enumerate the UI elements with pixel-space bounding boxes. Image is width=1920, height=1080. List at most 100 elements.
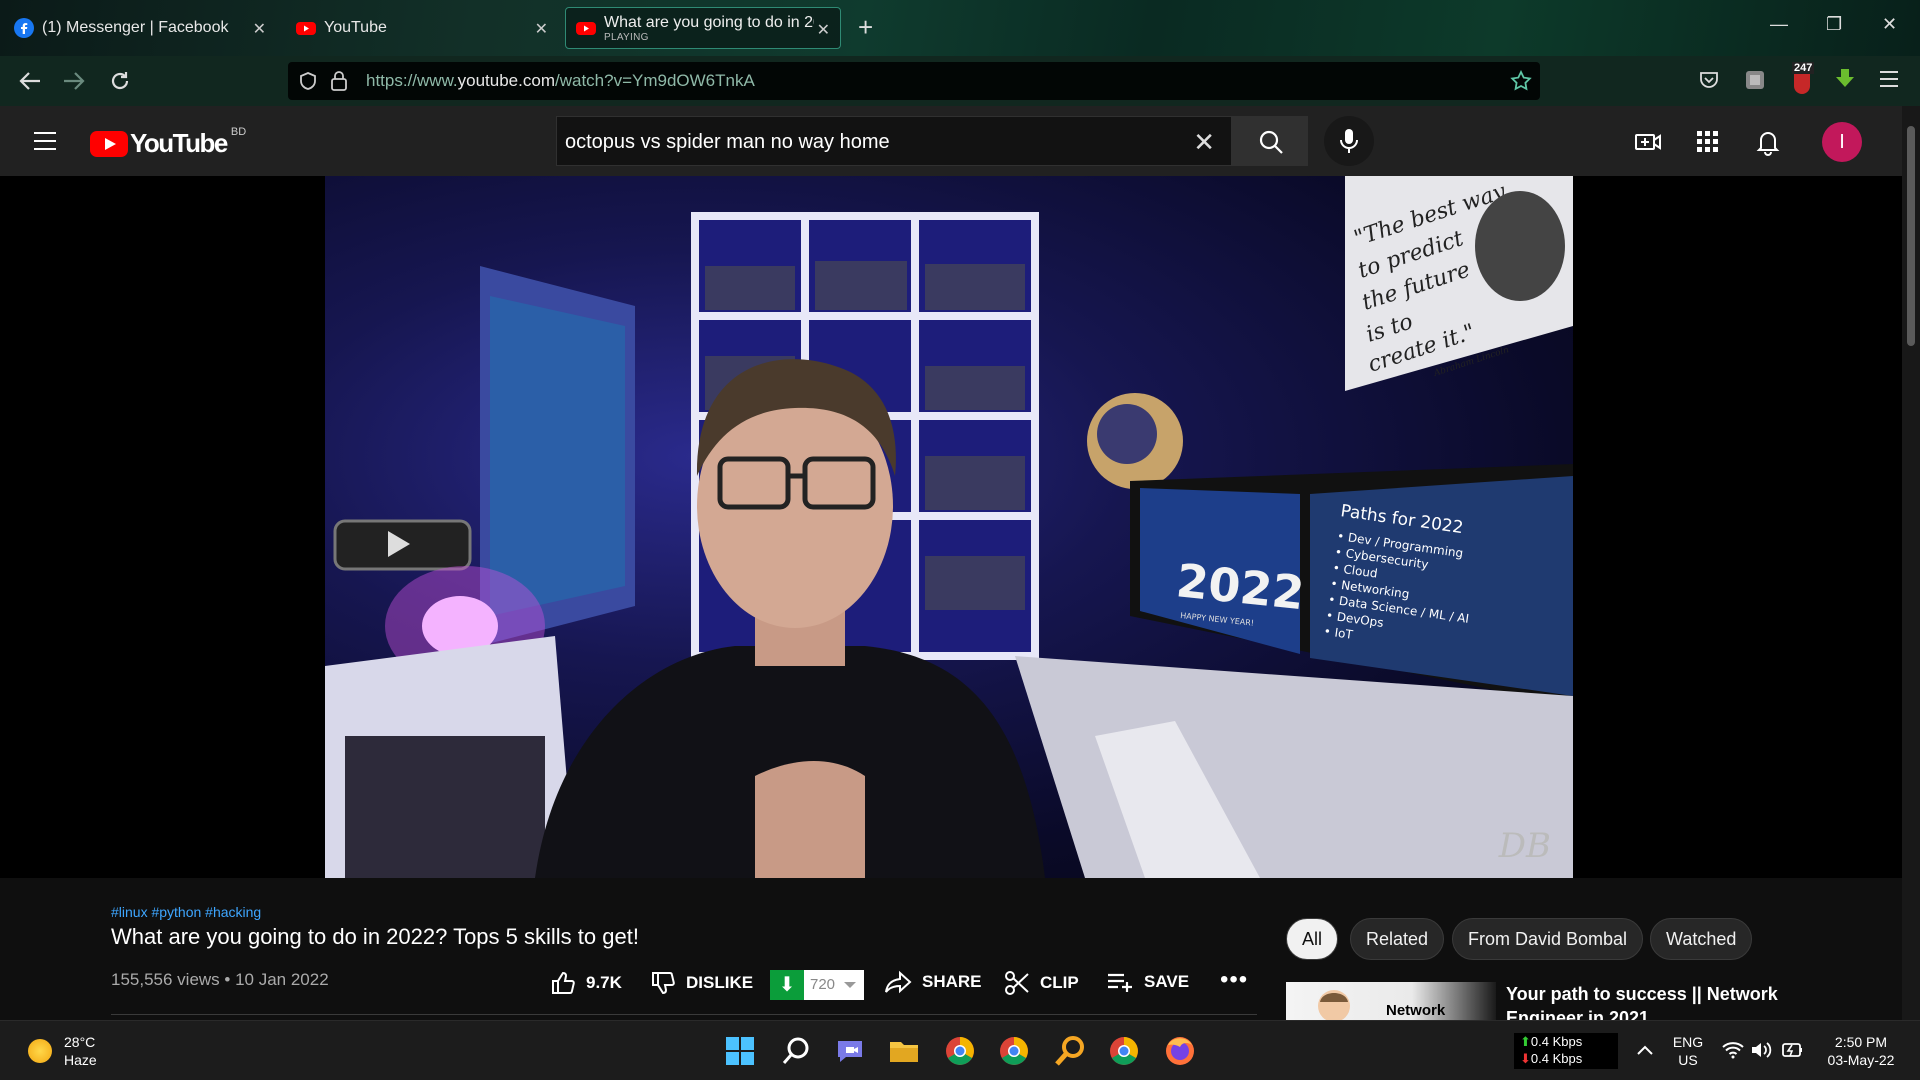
language-indicator[interactable]: ENG US: [1668, 1033, 1708, 1069]
clip-label: CLIP: [1040, 973, 1079, 992]
thumbnail-label: Network: [1386, 1002, 1446, 1019]
weather-sun-icon[interactable]: [28, 1039, 52, 1063]
voice-search-button[interactable]: [1324, 116, 1374, 166]
network-speed-monitor: ⬆0.4 Kbps ⬇0.4 Kbps: [1514, 1033, 1618, 1069]
back-icon[interactable]: [18, 70, 42, 92]
facebook-icon: [14, 18, 34, 38]
tab-title: What are you going to do in 20: [604, 13, 814, 31]
notifications-bell-icon[interactable]: [1754, 128, 1782, 156]
close-tab-icon[interactable]: ✕: [817, 20, 830, 40]
forward-icon[interactable]: [62, 70, 86, 92]
download-helper-icon[interactable]: [1834, 67, 1856, 89]
firefox-icon[interactable]: [1162, 1033, 1198, 1069]
guide-menu-icon[interactable]: [34, 132, 56, 156]
channel-watermark: DB: [1498, 826, 1551, 866]
extension-icon[interactable]: [1744, 69, 1766, 91]
search-icon[interactable]: [778, 1033, 814, 1069]
chrome-profile-icon[interactable]: [996, 1033, 1032, 1069]
restore-icon[interactable]: ❐: [1826, 14, 1842, 35]
url-bar[interactable]: https://www.youtube.com/watch?v=Ym9dOW6T…: [288, 62, 1540, 100]
avatar[interactable]: I: [1822, 122, 1862, 162]
start-windows-icon[interactable]: [722, 1033, 758, 1069]
thumbs-up-icon: [552, 971, 575, 994]
chip-all[interactable]: All: [1286, 918, 1339, 960]
youtube-masthead: YouTube BD octopus vs spider man no way …: [0, 106, 1902, 176]
share-arrow-icon: [885, 970, 912, 994]
upload-speed: 0.4 Kbps: [1530, 1034, 1583, 1049]
chip-from-channel[interactable]: From David Bombal: [1452, 918, 1644, 960]
youtube-wordmark: YouTube: [130, 128, 228, 158]
chrome-alt-icon[interactable]: [1106, 1033, 1142, 1069]
microphone-icon: [1340, 129, 1358, 153]
thumbs-down-icon: [652, 972, 675, 995]
chrome-icon[interactable]: [942, 1033, 978, 1069]
volume-icon[interactable]: [1750, 1041, 1772, 1059]
lock-icon[interactable]: [330, 70, 348, 92]
close-tab-icon[interactable]: ✕: [535, 19, 548, 39]
tab-title: YouTube: [324, 19, 387, 36]
url-prefix: https://www.: [366, 71, 458, 90]
download-quality-widget[interactable]: ⬇ 720: [770, 970, 864, 1000]
url-path: /watch?v=Ym9dOW6TnkA: [554, 71, 755, 90]
download-quality-select[interactable]: 720: [804, 970, 864, 1000]
create-video-icon[interactable]: [1634, 128, 1662, 156]
like-count: 9.7K: [586, 973, 622, 992]
file-explorer-icon[interactable]: [886, 1033, 922, 1069]
chip-watched[interactable]: Watched: [1650, 918, 1753, 960]
shield-icon[interactable]: [298, 71, 318, 91]
search-tool-icon[interactable]: [1052, 1033, 1088, 1069]
video-frame[interactable]: "The best way to predict the future is t…: [325, 176, 1573, 878]
clock-date: 03-May-22: [1827, 1052, 1895, 1068]
chevron-up-icon[interactable]: [1636, 1043, 1654, 1057]
search-box[interactable]: octopus vs spider man no way home ✕: [556, 116, 1232, 166]
video-hashtags[interactable]: #linux #python #hacking: [111, 904, 261, 920]
video-title: What are you going to do in 2022? Tops 5…: [111, 924, 639, 949]
recommended-video-thumbnail[interactable]: Network: [1286, 982, 1496, 1020]
video-player[interactable]: "The best way to predict the future is t…: [0, 176, 1902, 878]
pocket-icon[interactable]: [1698, 69, 1720, 91]
close-tab-icon[interactable]: ✕: [253, 19, 266, 39]
tab-youtube[interactable]: YouTube ✕: [286, 7, 558, 49]
new-tab-icon[interactable]: +: [858, 12, 873, 43]
weather-widget[interactable]: 28°C Haze: [64, 1033, 97, 1069]
youtube-icon: [576, 22, 596, 35]
recommended-video-title[interactable]: Your path to success || Network Engineer…: [1506, 982, 1846, 1020]
tab-active-video[interactable]: What are you going to do in 20 PLAYING ✕: [565, 7, 841, 49]
tab-title: (1) Messenger | Facebook: [42, 19, 229, 36]
bookmark-star-icon[interactable]: [1510, 70, 1532, 92]
playlist-add-icon: [1108, 973, 1132, 992]
close-window-icon[interactable]: ✕: [1882, 14, 1897, 35]
extension-badge-icon[interactable]: 247: [1790, 62, 1815, 94]
wifi-icon[interactable]: [1722, 1041, 1744, 1059]
browser-tab-strip: (1) Messenger | Facebook ✕ YouTube ✕ Wha…: [0, 0, 1920, 56]
scrollbar-thumb[interactable]: [1907, 126, 1915, 346]
more-actions-icon[interactable]: •••: [1220, 966, 1248, 994]
save-label: SAVE: [1144, 972, 1190, 991]
weather-condition: Haze: [64, 1052, 97, 1068]
clip-button[interactable]: CLIP: [1004, 970, 1079, 996]
apps-grid-icon[interactable]: [1694, 128, 1722, 156]
share-button[interactable]: SHARE: [884, 970, 982, 994]
battery-charging-icon[interactable]: [1780, 1041, 1804, 1059]
url-text[interactable]: https://www.youtube.com/watch?v=Ym9dOW6T…: [366, 71, 755, 91]
reload-icon[interactable]: [108, 69, 132, 93]
save-button[interactable]: SAVE: [1106, 970, 1189, 994]
search-button[interactable]: [1232, 116, 1308, 166]
chat-icon[interactable]: [832, 1033, 868, 1069]
dislike-button[interactable]: DISLIKE: [650, 970, 753, 996]
navigation-toolbar: https://www.youtube.com/watch?v=Ym9dOW6T…: [0, 56, 1920, 106]
like-button[interactable]: 9.7K: [550, 970, 622, 996]
clear-search-icon[interactable]: ✕: [1193, 127, 1215, 158]
minimize-icon[interactable]: —: [1770, 14, 1788, 35]
search-input[interactable]: octopus vs spider man no way home: [565, 131, 890, 154]
menu-icon[interactable]: [1880, 71, 1898, 87]
tab-messenger[interactable]: (1) Messenger | Facebook ✕: [4, 7, 276, 49]
tab-playing-label: PLAYING: [604, 31, 649, 43]
chip-related[interactable]: Related: [1350, 918, 1445, 960]
country-code: BD: [230, 125, 247, 138]
clock[interactable]: 2:50 PM 03-May-22: [1816, 1033, 1906, 1069]
youtube-logo[interactable]: YouTube BD: [90, 125, 247, 159]
page-scrollbar[interactable]: [1902, 106, 1920, 1020]
windows-taskbar: 28°C Haze ⬆0.4 Kbps ⬇0.4 Kbps ENG US 2:5…: [0, 1020, 1920, 1080]
download-arrow-icon[interactable]: ⬇: [770, 970, 804, 1000]
